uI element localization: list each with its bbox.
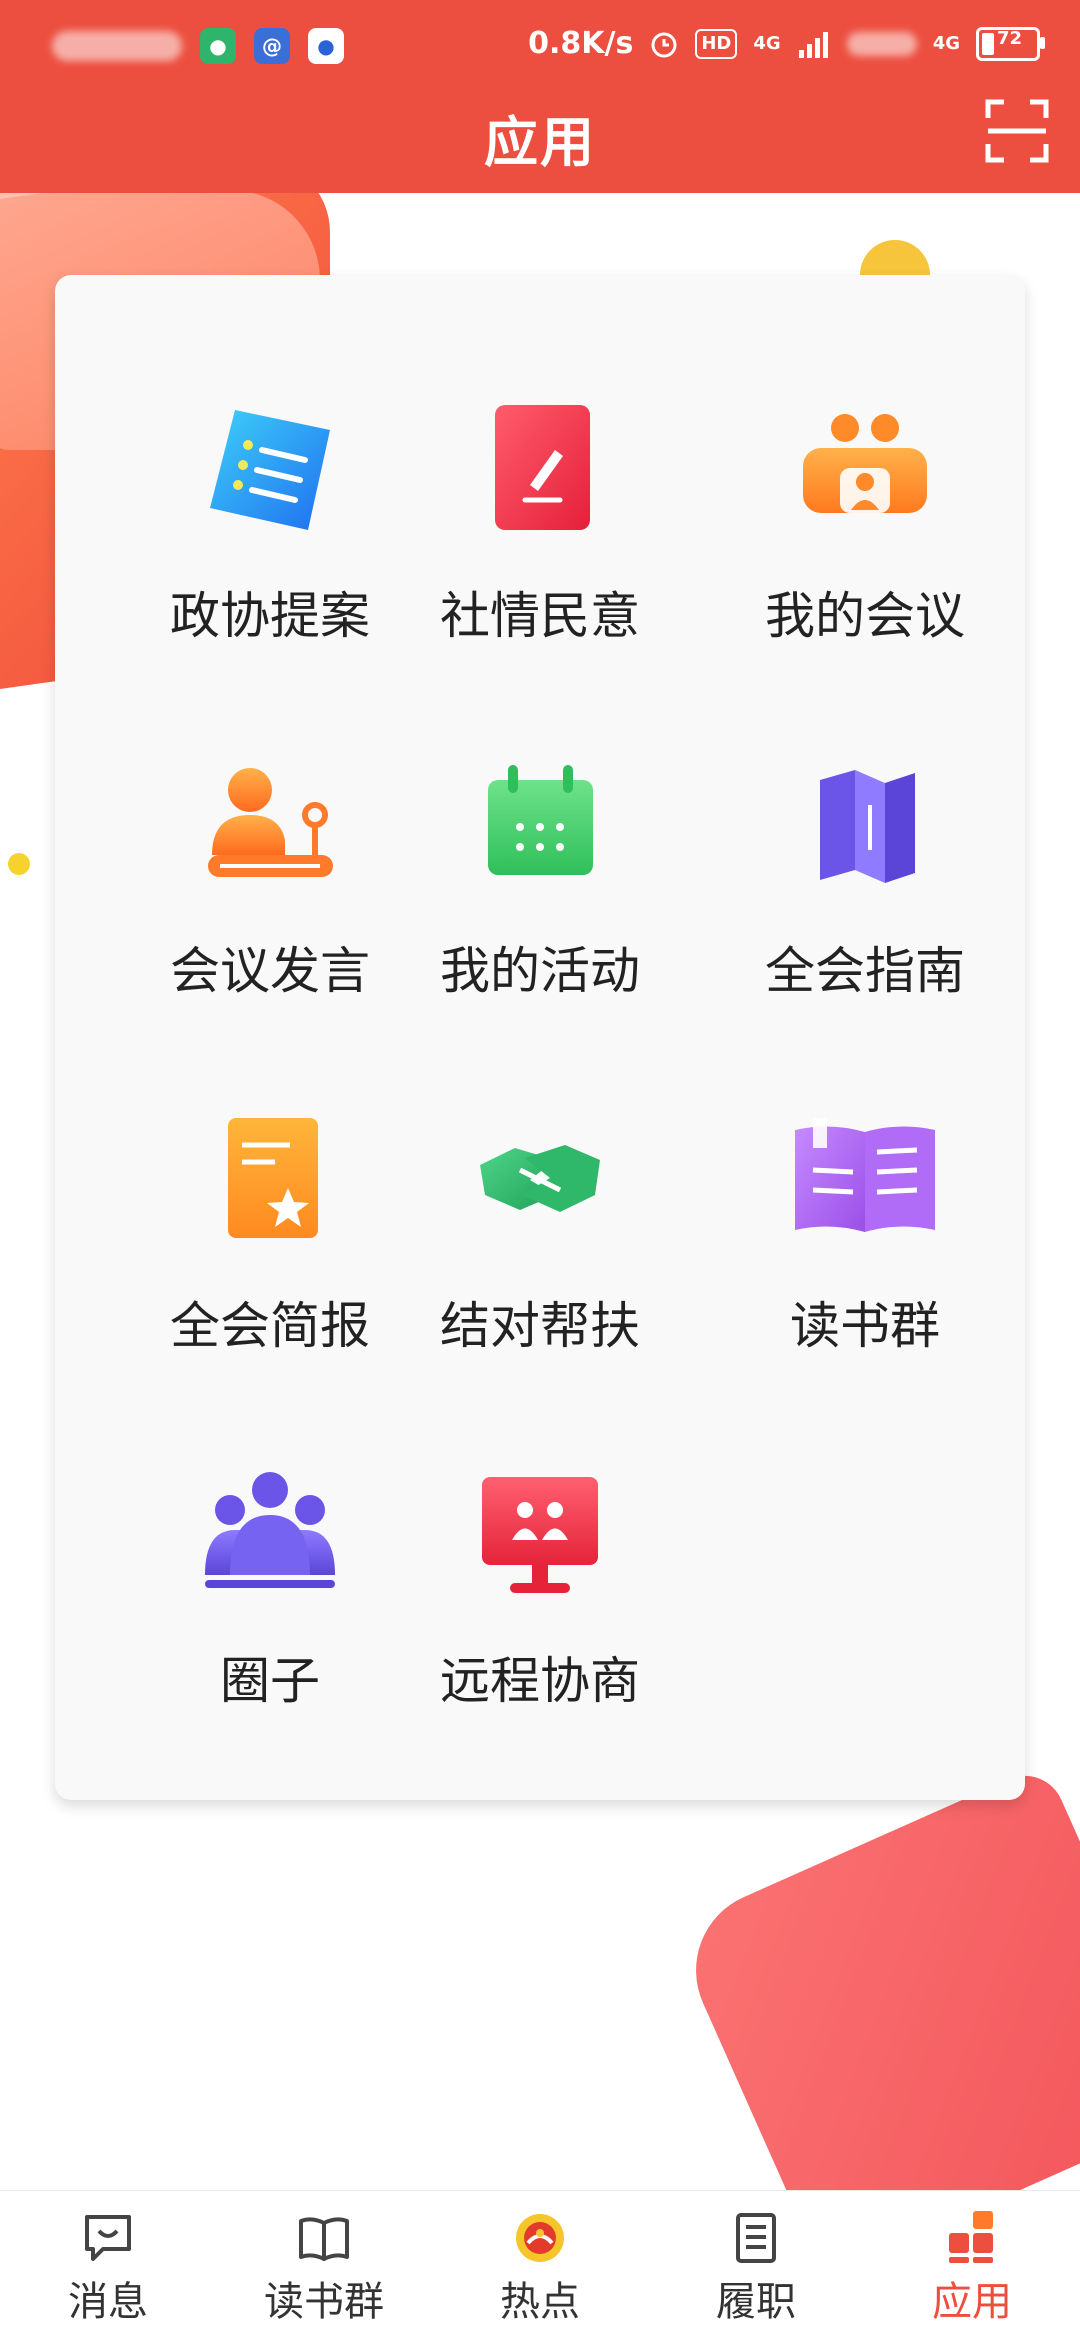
carrier-info-blurred (52, 31, 182, 61)
signal-blurred (846, 31, 917, 56)
app-label: 远程协商 (440, 1652, 640, 1710)
app-label: 结对帮扶 (440, 1297, 640, 1355)
open-book-icon (795, 1118, 935, 1232)
handshake-icon (480, 1145, 600, 1212)
notification-app-icon: ● (308, 28, 344, 64)
book-icon (299, 2217, 349, 2261)
meeting-icon (803, 414, 927, 513)
document-list-icon (210, 410, 330, 530)
app-label: 社情民意 (440, 587, 640, 645)
hd-badge: HD (695, 28, 738, 59)
app-label: 读书群 (790, 1297, 940, 1355)
nav-tab-duties[interactable]: 履职 (648, 2191, 864, 2341)
nav-label: 消息 (68, 2279, 148, 2325)
app-item-reading-group[interactable]: 读书群 (705, 1100, 1025, 1360)
document-icon (736, 2213, 776, 2263)
speaker-microphone-icon (208, 768, 333, 877)
emblem-icon (516, 2214, 564, 2262)
bottom-navigation: 消息 读书群 热点 履职 应用 (0, 2190, 1080, 2341)
status-bar: ● @ ● 0.8K/s HD 4G 4G 72 (0, 0, 1080, 95)
notification-app-icon: ● (200, 28, 236, 64)
app-item-remote-consultation[interactable]: 远程协商 (380, 1455, 700, 1715)
nav-tab-messages[interactable]: 消息 (0, 2191, 216, 2341)
app-item-plenary-guide[interactable]: 全会指南 (705, 745, 1025, 1005)
brief-star-icon (228, 1118, 318, 1238)
nav-label: 应用 (932, 2279, 1012, 2325)
alarm-icon (651, 32, 677, 57)
edit-note-icon (495, 405, 590, 530)
app-label: 全会指南 (765, 942, 965, 1000)
map-guide-icon (820, 770, 915, 883)
nav-label: 热点 (500, 2279, 580, 2325)
nav-label: 履职 (716, 2279, 796, 2325)
app-header: ● @ ● 0.8K/s HD 4G 4G 72 应用 (0, 0, 1080, 193)
app-label: 我的会议 (765, 587, 965, 645)
app-item-pair-assistance[interactable]: 结对帮扶 (380, 1100, 700, 1360)
page-title: 应用 (484, 111, 596, 174)
app-label: 我的活动 (440, 942, 640, 1000)
group-icon (205, 1472, 335, 1588)
nav-label: 读书群 (264, 2279, 384, 2325)
signal-label: 4G (932, 33, 960, 54)
app-label: 会议发言 (170, 942, 370, 1000)
net-speed: 0.8K/s (528, 26, 634, 61)
app-label: 全会简报 (170, 1297, 370, 1355)
apps-grid-icon (949, 2211, 993, 2263)
remote-screen-icon (482, 1477, 598, 1593)
app-item-my-activities[interactable]: 我的活动 (380, 745, 700, 1005)
battery-level: 72 (997, 27, 1023, 49)
app-label: 政协提案 (170, 587, 370, 645)
scan-icon[interactable] (984, 98, 1050, 164)
signal-icon (798, 31, 828, 58)
background-dot-small (8, 853, 30, 875)
battery-icon: 72 (976, 26, 1045, 61)
app-item-public-opinion[interactable]: 社情民意 (380, 390, 700, 650)
notification-app-icon: @ (254, 28, 290, 64)
nav-tab-reading-group[interactable]: 读书群 (216, 2191, 432, 2341)
message-icon (85, 2215, 131, 2261)
nav-tab-apps[interactable]: 应用 (864, 2191, 1080, 2341)
app-label: 圈子 (220, 1652, 320, 1710)
app-item-my-meetings[interactable]: 我的会议 (705, 390, 1025, 650)
signal-label: 4G (753, 33, 781, 54)
nav-tab-hot[interactable]: 热点 (432, 2191, 648, 2341)
calendar-icon (488, 765, 593, 875)
apps-card: 政协提案 社情民意 我的会议 会议发言 我的活动 全会指南 全会简报 结对帮扶 … (55, 275, 1025, 1800)
